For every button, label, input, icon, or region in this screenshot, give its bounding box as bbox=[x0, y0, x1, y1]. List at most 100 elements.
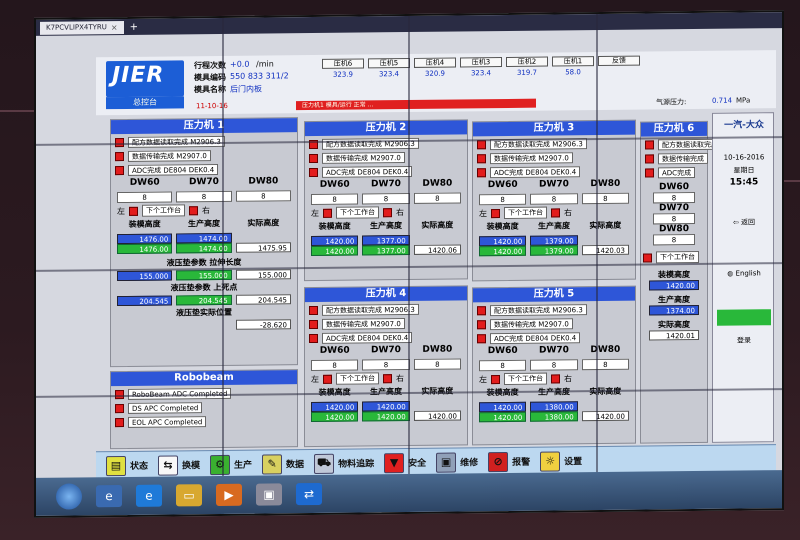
dw80-value: 8 bbox=[235, 190, 291, 202]
stroke-count-value: +0.0 bbox=[230, 59, 250, 69]
toolbar-tracking-button[interactable]: ⛟ 物料追踪 bbox=[314, 453, 374, 474]
dw60-label: DW60 bbox=[659, 182, 689, 193]
dw70-value: 8 bbox=[362, 192, 410, 205]
dw80-label: DW80 bbox=[590, 178, 621, 190]
date-display: 10-16-2016 bbox=[723, 153, 765, 162]
toolbar-settings-button[interactable]: ☼ 设置 bbox=[540, 450, 582, 472]
dw80-label: DW80 bbox=[590, 344, 621, 356]
status-green-indicator bbox=[717, 309, 771, 326]
next-station-button[interactable]: 下个工作台 bbox=[504, 206, 547, 220]
prod-height-set[interactable]: 1420.00 bbox=[362, 400, 410, 412]
dw60-value: 8 bbox=[479, 359, 527, 372]
right-indicator-icon bbox=[551, 373, 560, 384]
adc-text: ADC完成 DE804 DEK0.4 bbox=[490, 331, 581, 344]
transfer-text: 数据传输完成 M2907.0 bbox=[490, 151, 573, 164]
prod-height-actual: 1420.00 bbox=[362, 410, 410, 422]
new-tab-icon[interactable]: + bbox=[130, 21, 138, 32]
press5-title: 压力机 5 bbox=[473, 286, 635, 303]
cushion-tdc-value: 204.545 bbox=[235, 294, 291, 305]
mold-height-set[interactable]: 1420.00 bbox=[311, 401, 359, 413]
tab-press-6[interactable]: 压机6 bbox=[322, 58, 364, 69]
prod-height-actual: 1380.00 bbox=[530, 411, 578, 422]
status-row: 配方数据读取完成 M2906.3 bbox=[309, 136, 463, 150]
toolbar-safety-button[interactable]: ▼ 安全 bbox=[384, 452, 426, 473]
dw60-label: DW60 bbox=[129, 177, 160, 188]
mold-height-set[interactable]: 1420.00 bbox=[649, 279, 699, 291]
prod-height-set[interactable]: 1377.00 bbox=[362, 234, 410, 246]
cushion-tdc-set[interactable]: 204.545 bbox=[117, 295, 173, 307]
time-display: 15:45 bbox=[729, 177, 759, 188]
browser-tab[interactable]: K7PCVLIPX4TYRU × bbox=[40, 20, 124, 35]
dw70-label: DW70 bbox=[371, 345, 401, 356]
recipe-read-text: 配方数据读取完成 M2906.3 bbox=[322, 303, 419, 316]
change-mold-icon: ⇆ bbox=[158, 454, 179, 476]
prod-height-set[interactable]: 1380.00 bbox=[530, 401, 578, 412]
app-icon[interactable]: ▣ bbox=[256, 483, 282, 506]
toolbar-status-button[interactable]: ▤ 状态 bbox=[106, 455, 149, 476]
start-button[interactable] bbox=[56, 483, 82, 510]
stroke-count-unit: /min bbox=[256, 59, 274, 69]
actual-height-label: 实际高度 bbox=[589, 220, 622, 231]
back-button[interactable]: ⇦ 返回 bbox=[717, 217, 771, 228]
mold-height-set[interactable]: 1420.00 bbox=[479, 235, 527, 247]
toolbar-alarm-button[interactable]: ⊘ 报警 bbox=[488, 451, 530, 472]
toolbar-production-button[interactable]: ⚙ 生产 bbox=[210, 454, 252, 475]
next-station-button[interactable]: 下个工作台 bbox=[504, 372, 547, 386]
next-station-button[interactable]: 下个工作台 bbox=[336, 206, 379, 219]
tab-press-4[interactable]: 压机4 bbox=[414, 57, 456, 68]
mold-height-set[interactable]: 1420.00 bbox=[479, 401, 527, 413]
next-station-button[interactable]: 下个工作台 bbox=[656, 250, 699, 264]
right-label: 右 bbox=[202, 205, 210, 215]
status-row: DS APC Completed bbox=[115, 400, 293, 414]
login-button[interactable]: 登录 bbox=[717, 335, 771, 346]
status-row: EOL APC Completed bbox=[115, 414, 293, 428]
tab-press-2[interactable]: 压机2 bbox=[506, 56, 548, 67]
tab-press-1[interactable]: 压机1 bbox=[552, 56, 594, 67]
eol-apc-text: EOL APC Completed bbox=[128, 415, 207, 428]
dw80-value: 8 bbox=[581, 192, 629, 205]
station-row: 左 下个工作台 右 bbox=[311, 205, 461, 219]
right-indicator-icon bbox=[383, 207, 392, 217]
status-row: 数据传输完成 M2907.0 bbox=[477, 151, 631, 165]
right-label: 右 bbox=[564, 373, 572, 383]
actual-height-value: 1420.06 bbox=[413, 244, 461, 255]
tab-feedback[interactable]: 反馈 bbox=[598, 55, 640, 67]
next-station-button[interactable]: 下个工作台 bbox=[336, 372, 379, 385]
mold-height-set[interactable]: 1476.00 bbox=[117, 233, 173, 245]
dw60-label: DW60 bbox=[487, 345, 518, 357]
toolbar-data-button[interactable]: ✎ 数据 bbox=[262, 453, 304, 475]
press-3-value: 323.4 bbox=[470, 69, 492, 78]
settings-icon: ☼ bbox=[540, 450, 561, 472]
mold-height-actual: 1420.00 bbox=[311, 245, 359, 257]
folder-icon[interactable]: ▭ bbox=[176, 484, 202, 507]
dw70-label: DW70 bbox=[539, 179, 569, 190]
screen-seam bbox=[596, 14, 598, 511]
english-button[interactable]: ◍ English bbox=[717, 269, 771, 278]
toolbar-label: 状态 bbox=[130, 461, 149, 472]
cushion-stroke-set[interactable]: 155.000 bbox=[117, 270, 173, 282]
close-icon[interactable]: × bbox=[111, 23, 118, 32]
actual-height-value: 1475.95 bbox=[235, 242, 291, 253]
right-indicator-icon bbox=[189, 205, 198, 215]
next-station-button[interactable]: 下个工作台 bbox=[142, 204, 185, 217]
teamviewer-icon[interactable]: ⇄ bbox=[296, 482, 322, 506]
browser-icon[interactable]: e bbox=[136, 484, 162, 507]
toolbar-maintenance-button[interactable]: ▣ 维修 bbox=[436, 452, 478, 473]
press-1-panel: 压力机 1 配方数据读取完成 M2906.3 数据传输完成 M2907.0 AD… bbox=[110, 117, 298, 368]
dw80-value: 8 bbox=[413, 192, 461, 204]
media-player-icon[interactable]: ▶ bbox=[216, 483, 242, 507]
status-indicator-icon bbox=[477, 305, 486, 315]
prod-height-set[interactable]: 1374.00 bbox=[649, 304, 699, 316]
tab-press-3[interactable]: 压机3 bbox=[460, 57, 502, 68]
mold-height-label: 装模高度 bbox=[128, 219, 161, 229]
press-3-panel: 压力机 3 配方数据读取完成 M2906.3 数据传输完成 M2907.0 AD… bbox=[472, 119, 636, 282]
status-row: ADC完成 DE804 DEK0.4 bbox=[309, 330, 463, 344]
tab-press-5[interactable]: 压机5 bbox=[368, 57, 410, 69]
mold-height-set[interactable]: 1420.00 bbox=[311, 235, 359, 247]
dw70-value: 8 bbox=[530, 359, 578, 371]
station-row: 下个工作台 bbox=[643, 250, 705, 264]
press3-title: 压力机 3 bbox=[473, 120, 635, 137]
toolbar-change-mold-button[interactable]: ⇆ 换模 bbox=[158, 454, 200, 476]
prod-height-set[interactable]: 1379.00 bbox=[530, 235, 578, 246]
ie-icon[interactable]: e bbox=[96, 485, 122, 508]
